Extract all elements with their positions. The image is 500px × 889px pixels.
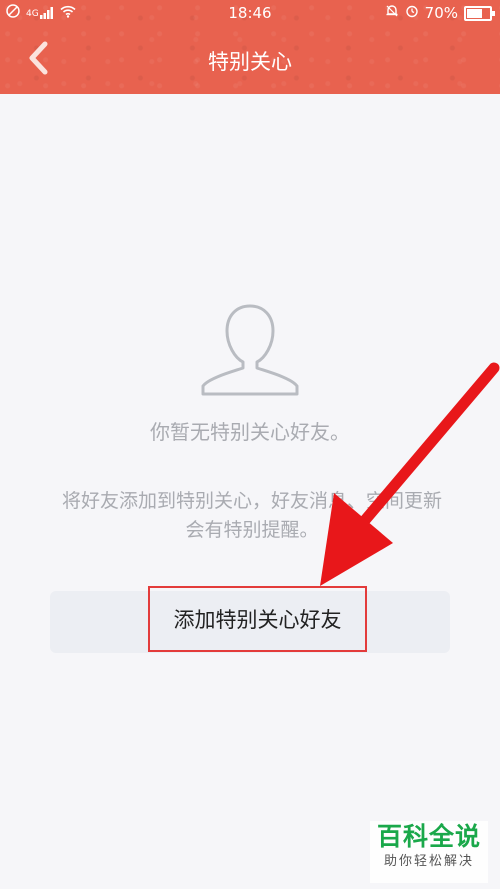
silent-bell-icon bbox=[385, 4, 399, 22]
empty-state-description-line: 将好友添加到特别关心，好友消息、空间更新 bbox=[61, 490, 442, 512]
person-silhouette-icon bbox=[197, 300, 303, 402]
alarm-icon bbox=[405, 4, 419, 22]
status-bar: 4G 18:46 70% bbox=[0, 0, 500, 28]
empty-state-description-line: 会有特别提醒。 bbox=[185, 519, 319, 541]
add-button-label: 添加特别关心好友 bbox=[173, 608, 342, 632]
watermark-subtitle: 助你轻松解决 bbox=[383, 854, 474, 869]
page-title: 特别关心 bbox=[208, 50, 292, 74]
battery-percent: 70% bbox=[424, 4, 458, 22]
watermark-logo: 百科全说 助你轻松解决 bbox=[370, 821, 488, 883]
empty-state-title: 你暂无特别关心好友。 bbox=[150, 420, 350, 444]
empty-state-description: 将好友添加到特别关心，好友消息、空间更新 会有特别提醒。 bbox=[28, 487, 476, 545]
watermark-title: 百科全说 bbox=[376, 822, 481, 851]
battery-icon bbox=[464, 5, 495, 21]
nav-header: 特别关心 bbox=[0, 28, 500, 94]
